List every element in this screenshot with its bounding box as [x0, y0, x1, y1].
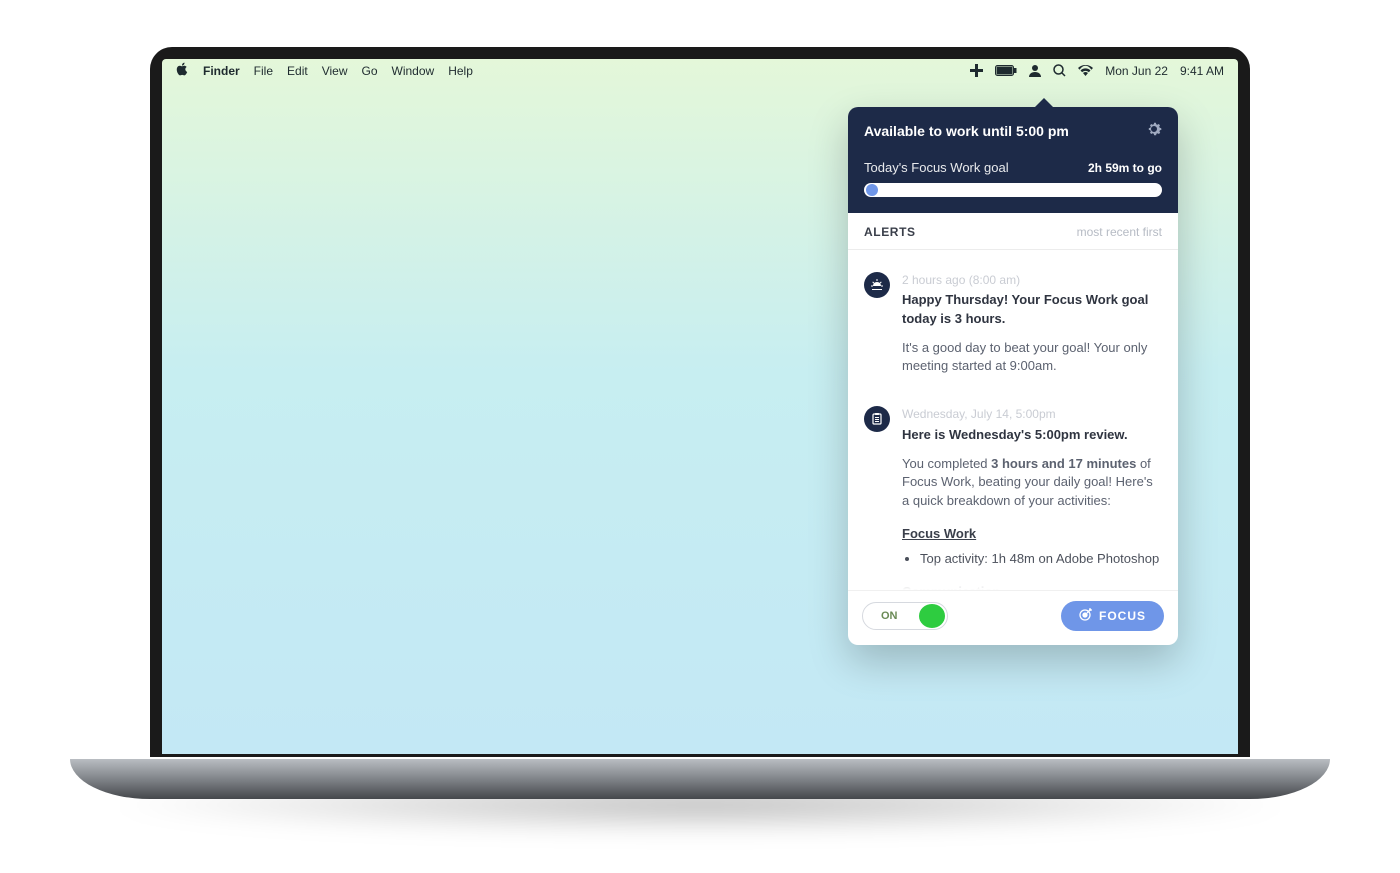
alert-item: 2 hours ago (8:00 am) Happy Thursday! Yo… — [864, 272, 1162, 377]
popover-arrow — [1034, 98, 1054, 108]
fade-overlay — [848, 560, 1178, 590]
goal-label: Today's Focus Work goal — [864, 160, 1009, 175]
alert-title: Here is Wednesday's 5:00pm review. — [902, 426, 1162, 445]
focus-button[interactable]: FOCUS — [1061, 601, 1164, 631]
menu-edit[interactable]: Edit — [287, 64, 308, 78]
clipboard-icon — [864, 406, 890, 432]
section-focus-work: Focus Work — [902, 525, 1162, 544]
alert-timestamp: 2 hours ago (8:00 am) — [902, 272, 1162, 289]
alert-title: Happy Thursday! Your Focus Work goal tod… — [902, 291, 1162, 329]
toggle-knob — [919, 604, 945, 628]
menu-window[interactable]: Window — [392, 64, 435, 78]
popover-header: Available to work until 5:00 pm Today's … — [848, 107, 1178, 213]
settings-gear-icon[interactable] — [1146, 121, 1162, 142]
menu-help[interactable]: Help — [448, 64, 473, 78]
availability-title: Available to work until 5:00 pm — [864, 123, 1069, 139]
app-tray-icon[interactable] — [970, 64, 983, 77]
menu-go[interactable]: Go — [362, 64, 378, 78]
alert-description: You completed 3 hours and 17 minutes of … — [902, 455, 1162, 512]
macos-menubar: Finder File Edit View Go Window Help — [162, 59, 1238, 83]
alerts-sort-label[interactable]: most recent first — [1077, 225, 1162, 239]
wifi-icon[interactable] — [1078, 65, 1093, 76]
alerts-list: 2 hours ago (8:00 am) Happy Thursday! Yo… — [848, 250, 1178, 590]
menu-file[interactable]: File — [254, 64, 273, 78]
sunrise-icon — [864, 272, 890, 298]
target-icon — [1079, 608, 1092, 624]
goal-remaining: 2h 59m to go — [1088, 161, 1162, 175]
spotlight-icon[interactable] — [1053, 64, 1066, 77]
goal-progress-bar[interactable] — [864, 183, 1162, 197]
app-popover: Available to work until 5:00 pm Today's … — [848, 107, 1178, 645]
alert-description: It's a good day to beat your goal! Your … — [902, 339, 1162, 377]
alert-timestamp: Wednesday, July 14, 5:00pm — [902, 406, 1162, 423]
menubar-time[interactable]: 9:41 AM — [1180, 64, 1224, 78]
toggle-label: ON — [881, 610, 898, 622]
battery-icon[interactable] — [995, 65, 1017, 76]
user-switch-icon[interactable] — [1029, 64, 1041, 77]
apple-menu-icon[interactable] — [176, 62, 189, 79]
app-name[interactable]: Finder — [203, 64, 240, 78]
progress-thumb — [866, 184, 878, 196]
menubar-date[interactable]: Mon Jun 22 — [1105, 64, 1168, 78]
menu-view[interactable]: View — [322, 64, 348, 78]
alerts-heading: ALERTS — [864, 225, 916, 239]
focus-button-label: FOCUS — [1099, 609, 1146, 623]
tracking-toggle[interactable]: ON — [862, 602, 948, 630]
